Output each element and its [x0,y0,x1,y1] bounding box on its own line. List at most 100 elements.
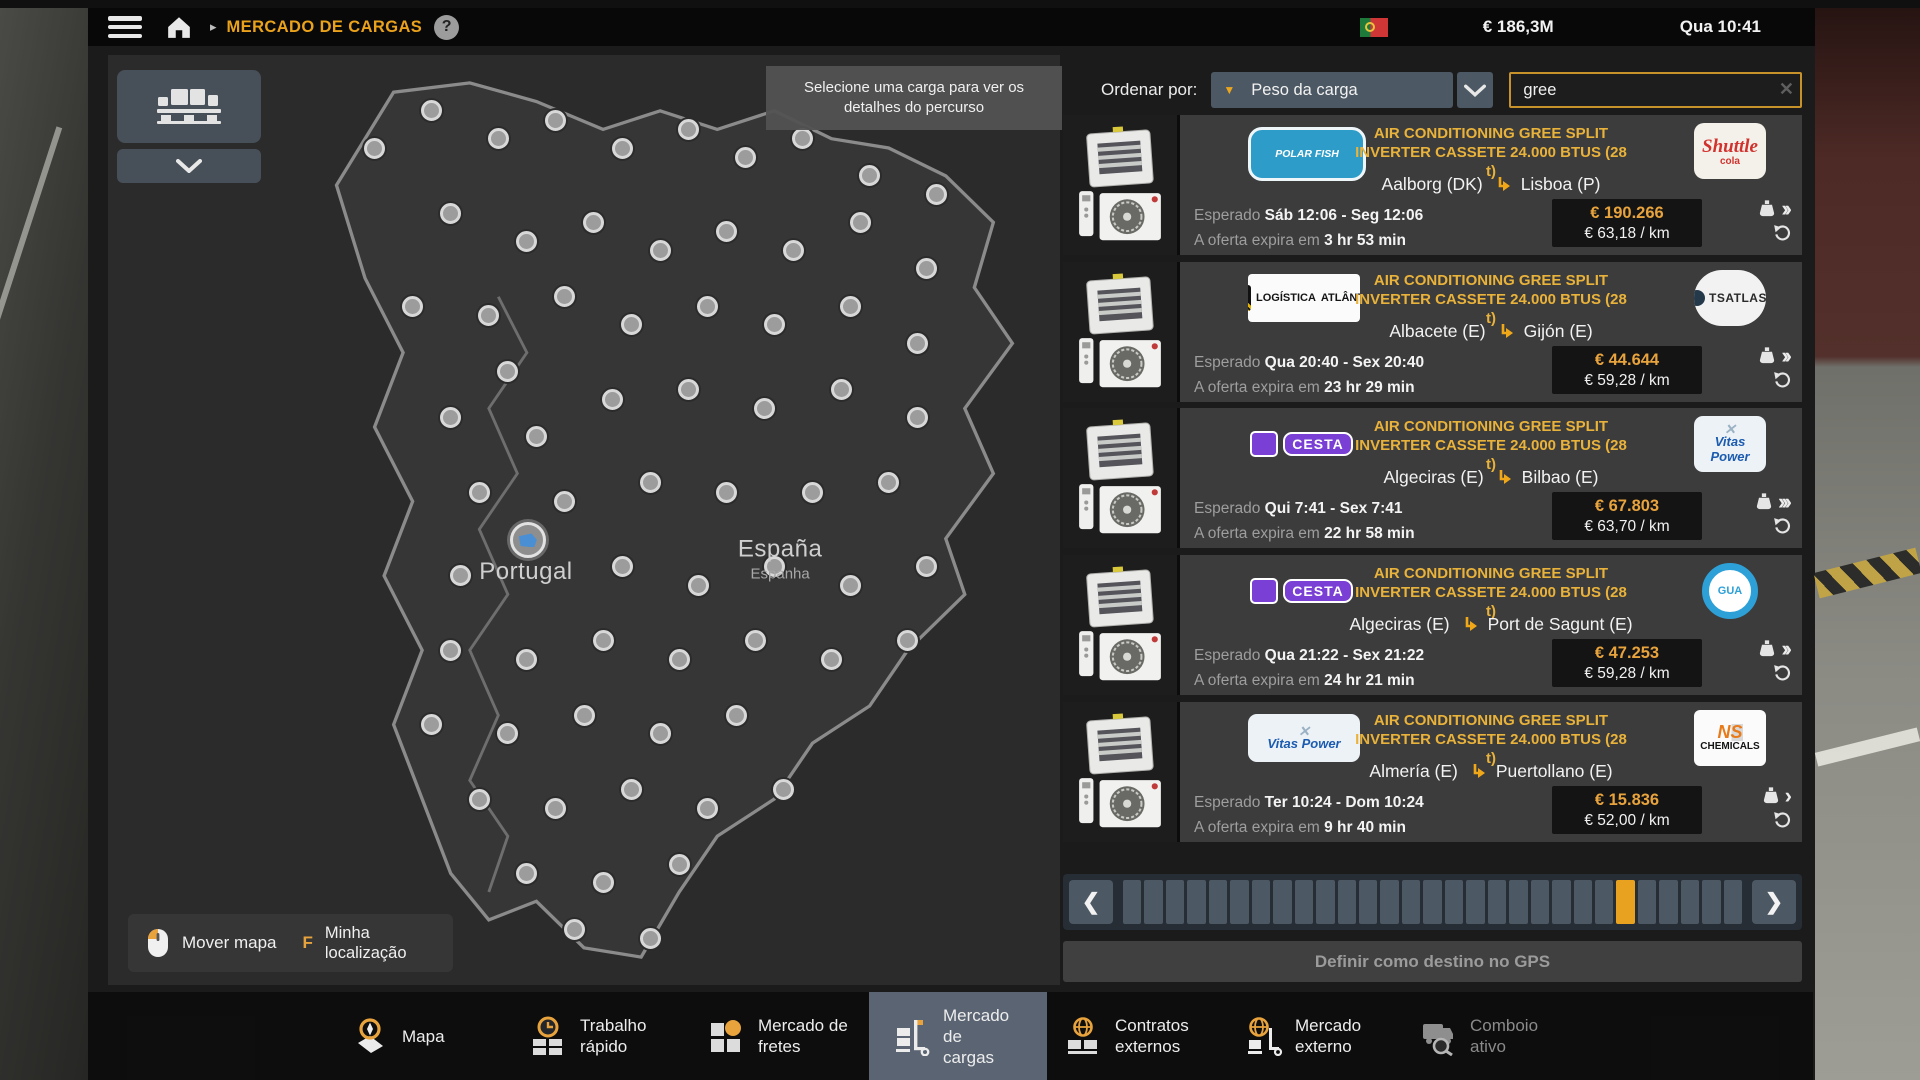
cargo-listing-row[interactable]: CESTA Vitas Power AIR CONDITIONING GREE … [1063,408,1802,548]
pagination-tick[interactable] [1724,880,1742,924]
map-city-dot[interactable] [907,333,928,354]
map-city-dot[interactable] [697,798,718,819]
map-city-dot[interactable] [526,426,547,447]
pagination-tick[interactable] [1638,880,1656,924]
map-city-dot[interactable] [593,630,614,651]
home-icon[interactable] [164,14,194,40]
pagination-tick[interactable] [1295,880,1313,924]
pagination-tick[interactable] [1531,880,1549,924]
pagination-tick[interactable] [1509,880,1527,924]
map-city-dot[interactable] [602,389,623,410]
nav-tab-mercado-de-cargas[interactable]: Mercado decargas [869,992,1047,1080]
pagination-tick[interactable] [1252,880,1270,924]
page-prev-button[interactable]: ❮ [1069,880,1113,924]
nav-tab-trabalho-rapido[interactable]: Trabalhorápido [528,992,646,1080]
sort-expand-button[interactable] [1457,72,1493,108]
map-city-dot[interactable] [716,482,737,503]
map-city-dot[interactable] [574,705,595,726]
price-per-km: € 52,00 / km [1584,812,1669,830]
pagination-tick-active[interactable] [1616,880,1634,924]
pagination-tick[interactable] [1273,880,1291,924]
map-city-dot[interactable] [669,649,690,670]
pagination-tick[interactable] [1574,880,1592,924]
sort-dropdown[interactable]: ▼ Peso da carga [1211,72,1453,108]
map-city-dot[interactable] [821,649,842,670]
pagination-tick[interactable] [1359,880,1377,924]
map-city-dot[interactable] [697,296,718,317]
map-city-dot[interactable] [402,296,423,317]
map-city-dot[interactable] [612,138,633,159]
pagination-tick[interactable] [1338,880,1356,924]
pagination-tick[interactable] [1402,880,1420,924]
map-city-dot[interactable] [640,928,661,949]
search-clear-icon[interactable]: ✕ [1779,79,1794,100]
pagination-tick[interactable] [1681,880,1699,924]
pagination-tick[interactable] [1209,880,1227,924]
map-city-dot[interactable] [907,407,928,428]
nav-tab-contratos-externos[interactable]: Contratosexternos [1063,992,1189,1080]
map-city-dot[interactable] [488,128,509,149]
pagination-tick[interactable] [1123,880,1141,924]
nav-tab-mapa[interactable]: Mapa [350,992,445,1080]
page-next-button[interactable]: ❯ [1752,880,1796,924]
pagination-tick[interactable] [1659,880,1677,924]
cargo-listing-row[interactable]: CESTA GUA AIR CONDITIONING GREE SPLITINV… [1063,555,1802,695]
pagination-bar: ❮ ❯ [1063,874,1802,930]
map-city-dot[interactable] [802,482,823,503]
map-city-dot[interactable] [516,231,537,252]
cargo-type-selector-button[interactable] [117,70,261,143]
cargo-selector-expand-button[interactable] [117,149,261,183]
pagination-tick[interactable] [1702,880,1720,924]
map-city-dot[interactable] [583,212,604,233]
map-city-dot[interactable] [831,379,852,400]
pagination-tick[interactable] [1230,880,1248,924]
map-city-dot[interactable] [678,119,699,140]
map-city-dot[interactable] [469,482,490,503]
pagination-tick[interactable] [1144,880,1162,924]
map-city-dot[interactable] [650,240,671,261]
pagination-tick[interactable] [1466,880,1484,924]
cargo-listing-row[interactable]: LOGÍSTICAATLÂNTICA TSATLAS AIR CONDITION… [1063,262,1802,402]
cargo-listing-row[interactable]: POLAR FISH Shuttlecola AIR CONDITIONING … [1063,115,1802,255]
map-city-dot[interactable] [612,556,633,577]
map-city-dot[interactable] [440,640,461,661]
map-city-dot[interactable] [650,723,671,744]
map-city-dot[interactable] [450,565,471,586]
cargo-listing-row[interactable]: Vitas Power NSCHEMICALS AIR CONDITIONING… [1063,702,1802,842]
pagination-tick[interactable] [1595,880,1613,924]
route-map[interactable]: Portugal España Espanha [108,55,1060,985]
map-city-dot[interactable] [364,138,385,159]
map-city-dot[interactable] [545,798,566,819]
pagination-tick[interactable] [1423,880,1441,924]
map-city-dot[interactable] [497,361,518,382]
pagination-tick[interactable] [1166,880,1184,924]
pagination-tick[interactable] [1488,880,1506,924]
map-city-dot[interactable] [545,110,566,131]
map-city-dot[interactable] [726,705,747,726]
set-gps-destination-button[interactable]: Definir como destino no GPS [1063,941,1802,982]
map-city-dot[interactable] [469,789,490,810]
nav-tab-mercado-externo[interactable]: Mercadoexterno [1243,992,1361,1080]
map-city-dot[interactable] [735,147,756,168]
map-city-dot[interactable] [564,919,585,940]
map-city-dot[interactable] [926,184,947,205]
search-input[interactable] [1509,72,1802,108]
map-city-dot[interactable] [840,296,861,317]
sort-direction-icon[interactable]: ▼ [1223,83,1235,97]
nav-tab-mercado-de-fretes[interactable]: Mercado defretes [706,992,848,1080]
map-city-dot[interactable] [764,314,785,335]
pagination-tick[interactable] [1316,880,1334,924]
map-city-dot[interactable] [669,854,690,875]
map-city-dot[interactable] [688,575,709,596]
map-city-dot[interactable] [783,240,804,261]
map-city-dot[interactable] [840,575,861,596]
pagination-tick[interactable] [1552,880,1570,924]
pagination-tick[interactable] [1445,880,1463,924]
map-city-dot[interactable] [850,212,871,233]
pagination-tick[interactable] [1187,880,1205,924]
map-city-dot[interactable] [440,203,461,224]
map-city-dot[interactable] [593,872,614,893]
menu-icon[interactable] [108,16,142,38]
help-icon[interactable]: ? [434,15,459,40]
pagination-tick[interactable] [1380,880,1398,924]
